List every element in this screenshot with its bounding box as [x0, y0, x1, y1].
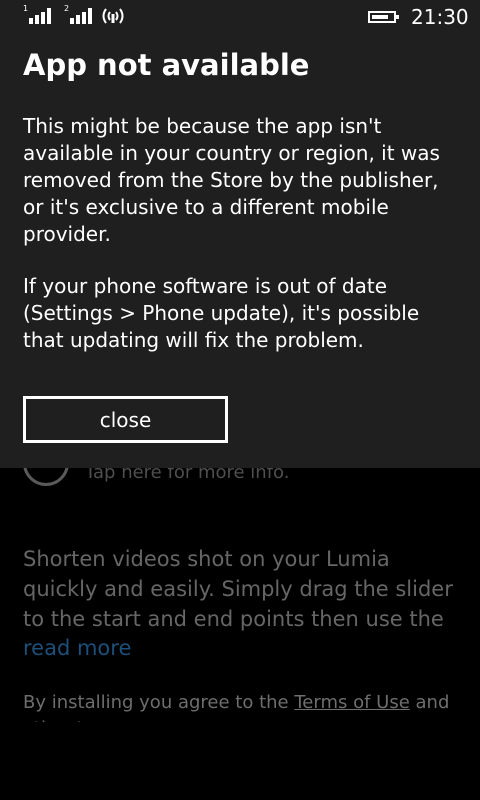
clock: 21:30 — [411, 5, 469, 29]
sim2-label: 2 — [64, 4, 70, 13]
terms-notice: By installing you agree to the Terms of … — [23, 690, 463, 722]
dialog-title: App not available — [23, 48, 310, 82]
signal-strength-icon: 1 — [23, 4, 53, 24]
app-description: Shorten videos shot on your Lumia quickl… — [23, 547, 453, 631]
terms-prefix: By installing you agree to the — [23, 692, 295, 713]
sim1-label: 1 — [23, 4, 29, 13]
app-not-available-dialog: App not available This might be because … — [0, 0, 480, 468]
read-more-link[interactable]: read more — [23, 636, 131, 660]
dialog-message-update: If your phone software is out of date (S… — [23, 274, 420, 352]
status-bar: 1 2 21:30 — [0, 0, 480, 34]
wifi-icon — [102, 8, 124, 24]
dialog-message-reason: This might be because the app isn't avai… — [23, 114, 440, 246]
terms-of-use-link[interactable]: Terms of Use — [294, 692, 409, 713]
battery-icon — [368, 11, 399, 23]
close-button[interactable]: close — [23, 396, 228, 443]
signal-strength-icon-sim2: 2 — [64, 4, 94, 24]
